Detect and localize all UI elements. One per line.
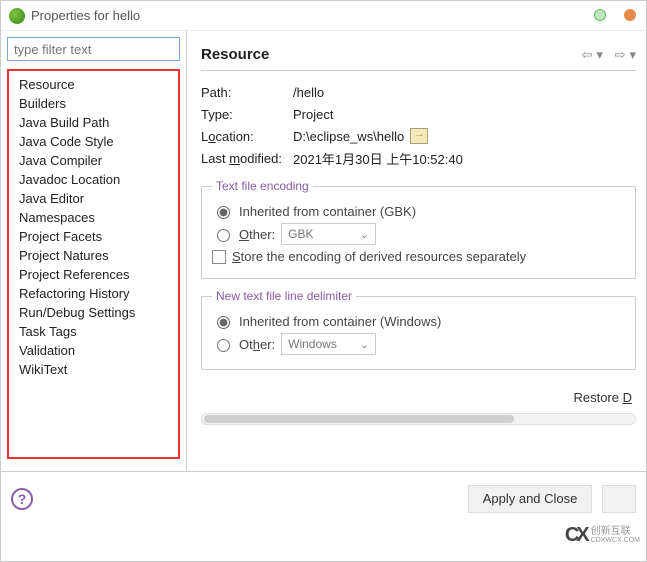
path-value: /hello bbox=[293, 85, 324, 100]
type-label: Type: bbox=[201, 107, 293, 122]
window-controls bbox=[594, 9, 636, 21]
encoding-legend: Text file encoding bbox=[212, 179, 313, 193]
chevron-down-icon[interactable]: ▾ bbox=[629, 47, 636, 63]
nav-forward-icon[interactable]: ⇨ bbox=[615, 47, 626, 63]
window-title: Properties for hello bbox=[31, 8, 140, 23]
nav-arrows: ⇦▾ ⇨▾ bbox=[582, 47, 637, 63]
tree-item[interactable]: Validation bbox=[9, 341, 178, 360]
delimiter-combo[interactable]: Windows bbox=[281, 333, 376, 355]
delimiter-other-label: Other: bbox=[239, 337, 275, 352]
tree-item[interactable]: Project Natures bbox=[9, 246, 178, 265]
tree-item[interactable]: Refactoring History bbox=[9, 284, 178, 303]
modified-label: Last modified: bbox=[201, 151, 293, 166]
tree-item[interactable]: Javadoc Location bbox=[9, 170, 178, 189]
titlebar: Properties for hello bbox=[1, 1, 646, 31]
apply-close-button[interactable]: Apply and Close bbox=[468, 485, 593, 513]
tree-item[interactable]: Run/Debug Settings bbox=[9, 303, 178, 322]
help-icon[interactable]: ? bbox=[11, 488, 33, 510]
store-derived-checkbox[interactable] bbox=[212, 250, 226, 264]
delimiter-inherited-radio[interactable] bbox=[217, 316, 230, 329]
watermark: CX 创新互联 CDXWCX.COM bbox=[565, 524, 640, 547]
cancel-button[interactable] bbox=[602, 485, 636, 513]
tree-item[interactable]: Namespaces bbox=[9, 208, 178, 227]
show-in-explorer-icon[interactable] bbox=[410, 128, 428, 144]
tree-item-resource[interactable]: Resource bbox=[9, 75, 178, 94]
tree-item[interactable]: Java Build Path bbox=[9, 113, 178, 132]
filter-input[interactable] bbox=[7, 37, 180, 61]
encoding-other-radio[interactable] bbox=[217, 229, 230, 242]
restore-defaults-button[interactable]: Restore D bbox=[573, 390, 632, 405]
category-tree: Resource Builders Java Build Path Java C… bbox=[7, 69, 180, 459]
app-icon bbox=[9, 8, 25, 24]
delimiter-legend: New text file line delimiter bbox=[212, 289, 356, 303]
encoding-other-label: Other: bbox=[239, 227, 275, 242]
tree-item[interactable]: Project Facets bbox=[9, 227, 178, 246]
location-value: D:\eclipse_ws\hello bbox=[293, 129, 404, 144]
encoding-inherited-radio[interactable] bbox=[217, 206, 230, 219]
delimiter-group: New text file line delimiter Inherited f… bbox=[201, 289, 636, 370]
tree-item[interactable]: Builders bbox=[9, 94, 178, 113]
encoding-inherited-label: Inherited from container (GBK) bbox=[239, 204, 416, 219]
tree-item[interactable]: Java Editor bbox=[9, 189, 178, 208]
close-dot[interactable] bbox=[624, 9, 636, 21]
delimiter-inherited-label: Inherited from container (Windows) bbox=[239, 314, 441, 329]
encoding-combo[interactable]: GBK bbox=[281, 223, 376, 245]
tree-item[interactable]: Java Compiler bbox=[9, 151, 178, 170]
chevron-down-icon[interactable]: ▾ bbox=[596, 47, 603, 63]
path-label: Path: bbox=[201, 85, 293, 100]
store-derived-label: Store the encoding of derived resources … bbox=[232, 249, 526, 264]
tree-item[interactable]: Task Tags bbox=[9, 322, 178, 341]
tree-item[interactable]: WikiText bbox=[9, 360, 178, 379]
tree-item[interactable]: Project References bbox=[9, 265, 178, 284]
nav-back-icon[interactable]: ⇦ bbox=[582, 47, 593, 63]
tree-item[interactable]: Java Code Style bbox=[9, 132, 178, 151]
modified-value: 2021年1月30日 上午10:52:40 bbox=[293, 149, 463, 168]
horizontal-scrollbar[interactable] bbox=[201, 413, 636, 425]
type-value: Project bbox=[293, 107, 333, 122]
delimiter-other-radio[interactable] bbox=[217, 339, 230, 352]
page-title: Resource bbox=[201, 46, 582, 63]
encoding-group: Text file encoding Inherited from contai… bbox=[201, 179, 636, 279]
location-label: Location: bbox=[201, 129, 293, 144]
minimize-dot[interactable] bbox=[594, 9, 606, 21]
